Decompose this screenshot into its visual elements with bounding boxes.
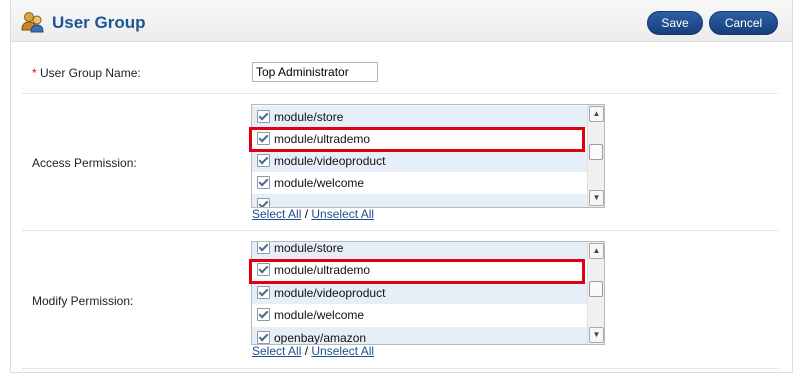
access-permission-label: Access Permission: bbox=[32, 156, 137, 170]
scroll-up-icon[interactable]: ▲ bbox=[589, 243, 604, 259]
checkbox[interactable] bbox=[257, 132, 270, 145]
scrollbar[interactable]: ▲ ▼ bbox=[587, 242, 604, 344]
user-group-name-label-text: User Group Name: bbox=[40, 66, 141, 80]
list-item-label: module/welcome bbox=[274, 308, 365, 322]
unselect-all-link[interactable]: Unselect All bbox=[311, 207, 374, 221]
list-item[interactable]: module/ultrademo bbox=[252, 128, 587, 150]
list-item-label: module/videoproduct bbox=[274, 154, 386, 168]
panel-heading: User Group Save Cancel bbox=[11, 0, 792, 42]
checkbox[interactable] bbox=[257, 242, 270, 254]
modify-permission-list[interactable]: module/store module/ultrademo module/vid… bbox=[251, 241, 605, 345]
list-item-label: module/ultrademo bbox=[274, 132, 371, 146]
list-item[interactable]: module/welcome bbox=[252, 172, 587, 194]
checkbox[interactable] bbox=[257, 286, 270, 299]
page-title: User Group bbox=[52, 13, 146, 32]
checkbox[interactable] bbox=[257, 331, 270, 344]
list-item-label: module/videoproduct bbox=[274, 286, 386, 300]
checkbox[interactable] bbox=[257, 263, 270, 276]
list-item-label: module/store bbox=[274, 241, 344, 255]
checkbox[interactable] bbox=[257, 110, 270, 123]
list-item-label: module/ultrademo bbox=[274, 263, 371, 277]
required-marker: * bbox=[32, 66, 37, 80]
access-permission-list[interactable]: module/store module/ultrademo module/vid… bbox=[251, 104, 605, 208]
checkbox[interactable] bbox=[257, 176, 270, 189]
list-item[interactable]: module/store bbox=[252, 106, 587, 128]
list-item-label: openbay/amazon bbox=[274, 331, 367, 345]
list-item[interactable]: openbay/amazon bbox=[252, 327, 587, 345]
list-item[interactable]: module/store bbox=[252, 241, 587, 259]
user-group-name-label: * User Group Name: bbox=[32, 66, 141, 80]
scroll-thumb[interactable] bbox=[589, 144, 603, 160]
scroll-down-icon[interactable]: ▼ bbox=[589, 190, 604, 206]
cancel-button[interactable]: Cancel bbox=[709, 11, 778, 35]
access-permission-row: Access Permission: module/store module/u… bbox=[23, 94, 778, 231]
user-group-name-input[interactable] bbox=[252, 62, 378, 82]
modify-permission-label: Modify Permission: bbox=[32, 294, 134, 308]
scrollbar[interactable]: ▲ ▼ bbox=[587, 105, 604, 207]
user-group-name-row: * User Group Name: bbox=[23, 52, 778, 94]
modify-permission-row: Modify Permission: module/store module/u… bbox=[23, 231, 778, 369]
access-select-links: Select All / Unselect All bbox=[252, 207, 374, 221]
select-all-link[interactable]: Select All bbox=[252, 207, 301, 221]
list-item[interactable]: module/videoproduct bbox=[252, 282, 587, 304]
link-separator: / bbox=[304, 344, 309, 358]
list-item[interactable]: module/welcome bbox=[252, 304, 587, 326]
user-group-panel: User Group Save Cancel * User Group Name… bbox=[10, 0, 793, 373]
checkbox[interactable] bbox=[257, 154, 270, 167]
unselect-all-link[interactable]: Unselect All bbox=[311, 344, 374, 358]
modify-select-links: Select All / Unselect All bbox=[252, 344, 374, 358]
user-group-icon bbox=[21, 12, 44, 33]
scroll-down-icon[interactable]: ▼ bbox=[589, 327, 604, 343]
link-separator: / bbox=[304, 207, 309, 221]
list-item-label: module/welcome bbox=[274, 176, 365, 190]
scroll-up-icon[interactable]: ▲ bbox=[589, 106, 604, 122]
list-item[interactable]: module/videoproduct bbox=[252, 150, 587, 172]
select-all-link[interactable]: Select All bbox=[252, 344, 301, 358]
scroll-thumb[interactable] bbox=[589, 281, 603, 297]
checkbox[interactable] bbox=[257, 308, 270, 321]
list-item-partial[interactable] bbox=[252, 194, 587, 207]
save-button[interactable]: Save bbox=[647, 11, 703, 35]
list-item-label: module/store bbox=[274, 110, 344, 124]
list-item[interactable]: module/ultrademo bbox=[252, 259, 587, 281]
